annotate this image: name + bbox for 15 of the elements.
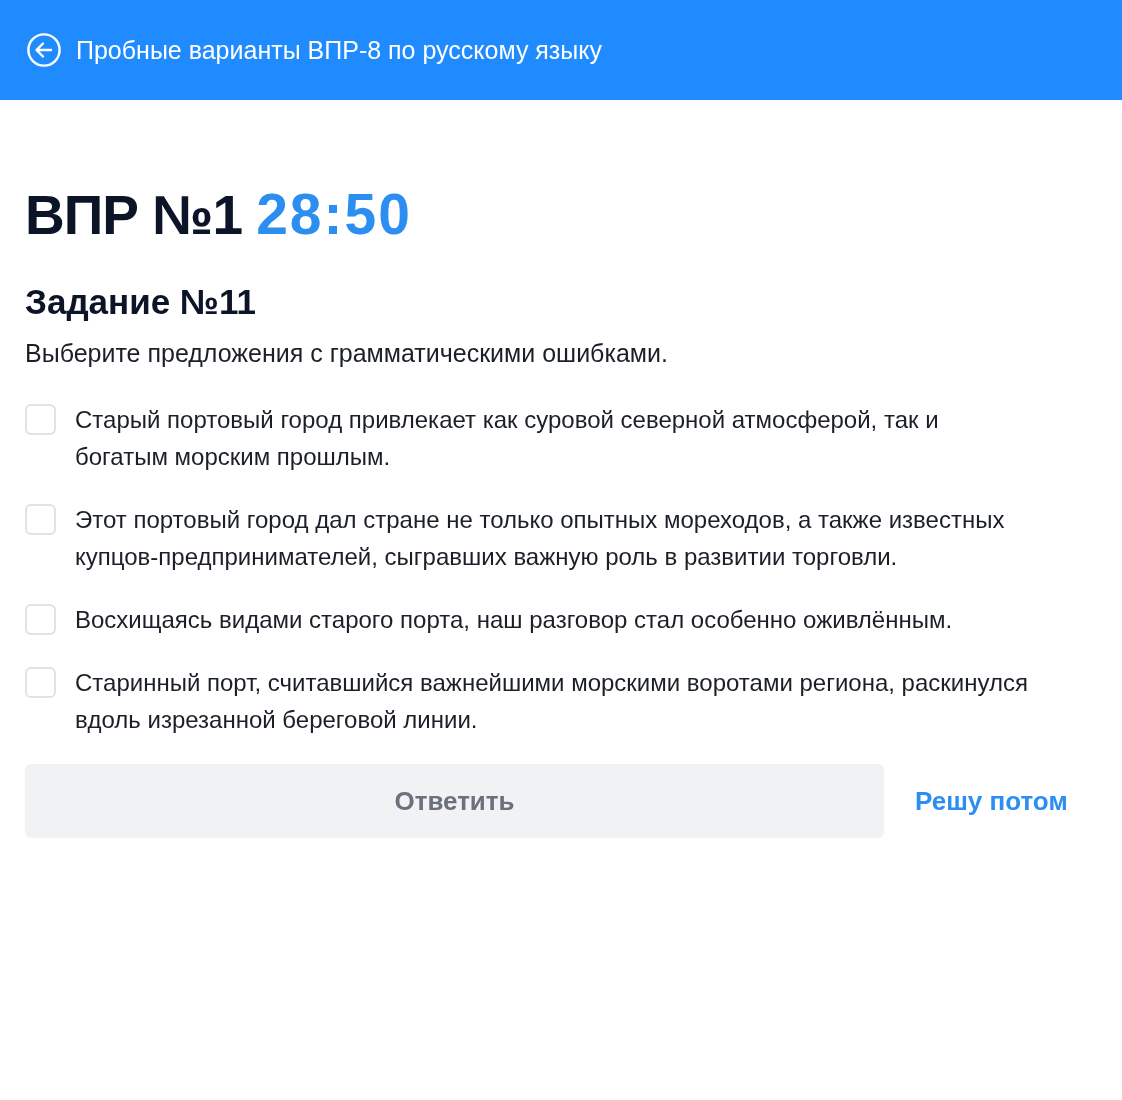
checkbox[interactable] <box>25 404 56 435</box>
option-text: Восхищаясь видами старого порта, наш разговор стал особенно оживлённым. <box>75 605 953 635</box>
back-icon[interactable] <box>27 33 61 67</box>
timer: 28:50 <box>256 184 412 244</box>
task-title: Задание №11 <box>25 281 257 323</box>
option-text: Старинный порт, считавшийся важнейшими морскими воротами региона, раскинулся вдоль изрезанной береговой линии. <box>75 668 1029 735</box>
checkbox[interactable] <box>25 504 56 535</box>
later-link[interactable]: Решу потом <box>915 781 1068 821</box>
option-text: Старый портовый город привлекает как суровой северной атмосферой, так и богатым морским прошлым. <box>75 405 940 472</box>
checkbox[interactable] <box>25 667 56 698</box>
page-title: Пробные варианты ВПР-8 по русскому языку <box>76 37 602 63</box>
option-text: Этот портовый город дал стране не только опытных мореходов, а также известных купцов-предпринимателей, сыгравших важную роль в развитии торговли. <box>75 505 1006 572</box>
test-title: ВПР №1 <box>25 185 243 245</box>
checkbox[interactable] <box>25 604 56 635</box>
task-instruction: Выберите предложения с грамматическими ошибками. <box>25 338 669 369</box>
